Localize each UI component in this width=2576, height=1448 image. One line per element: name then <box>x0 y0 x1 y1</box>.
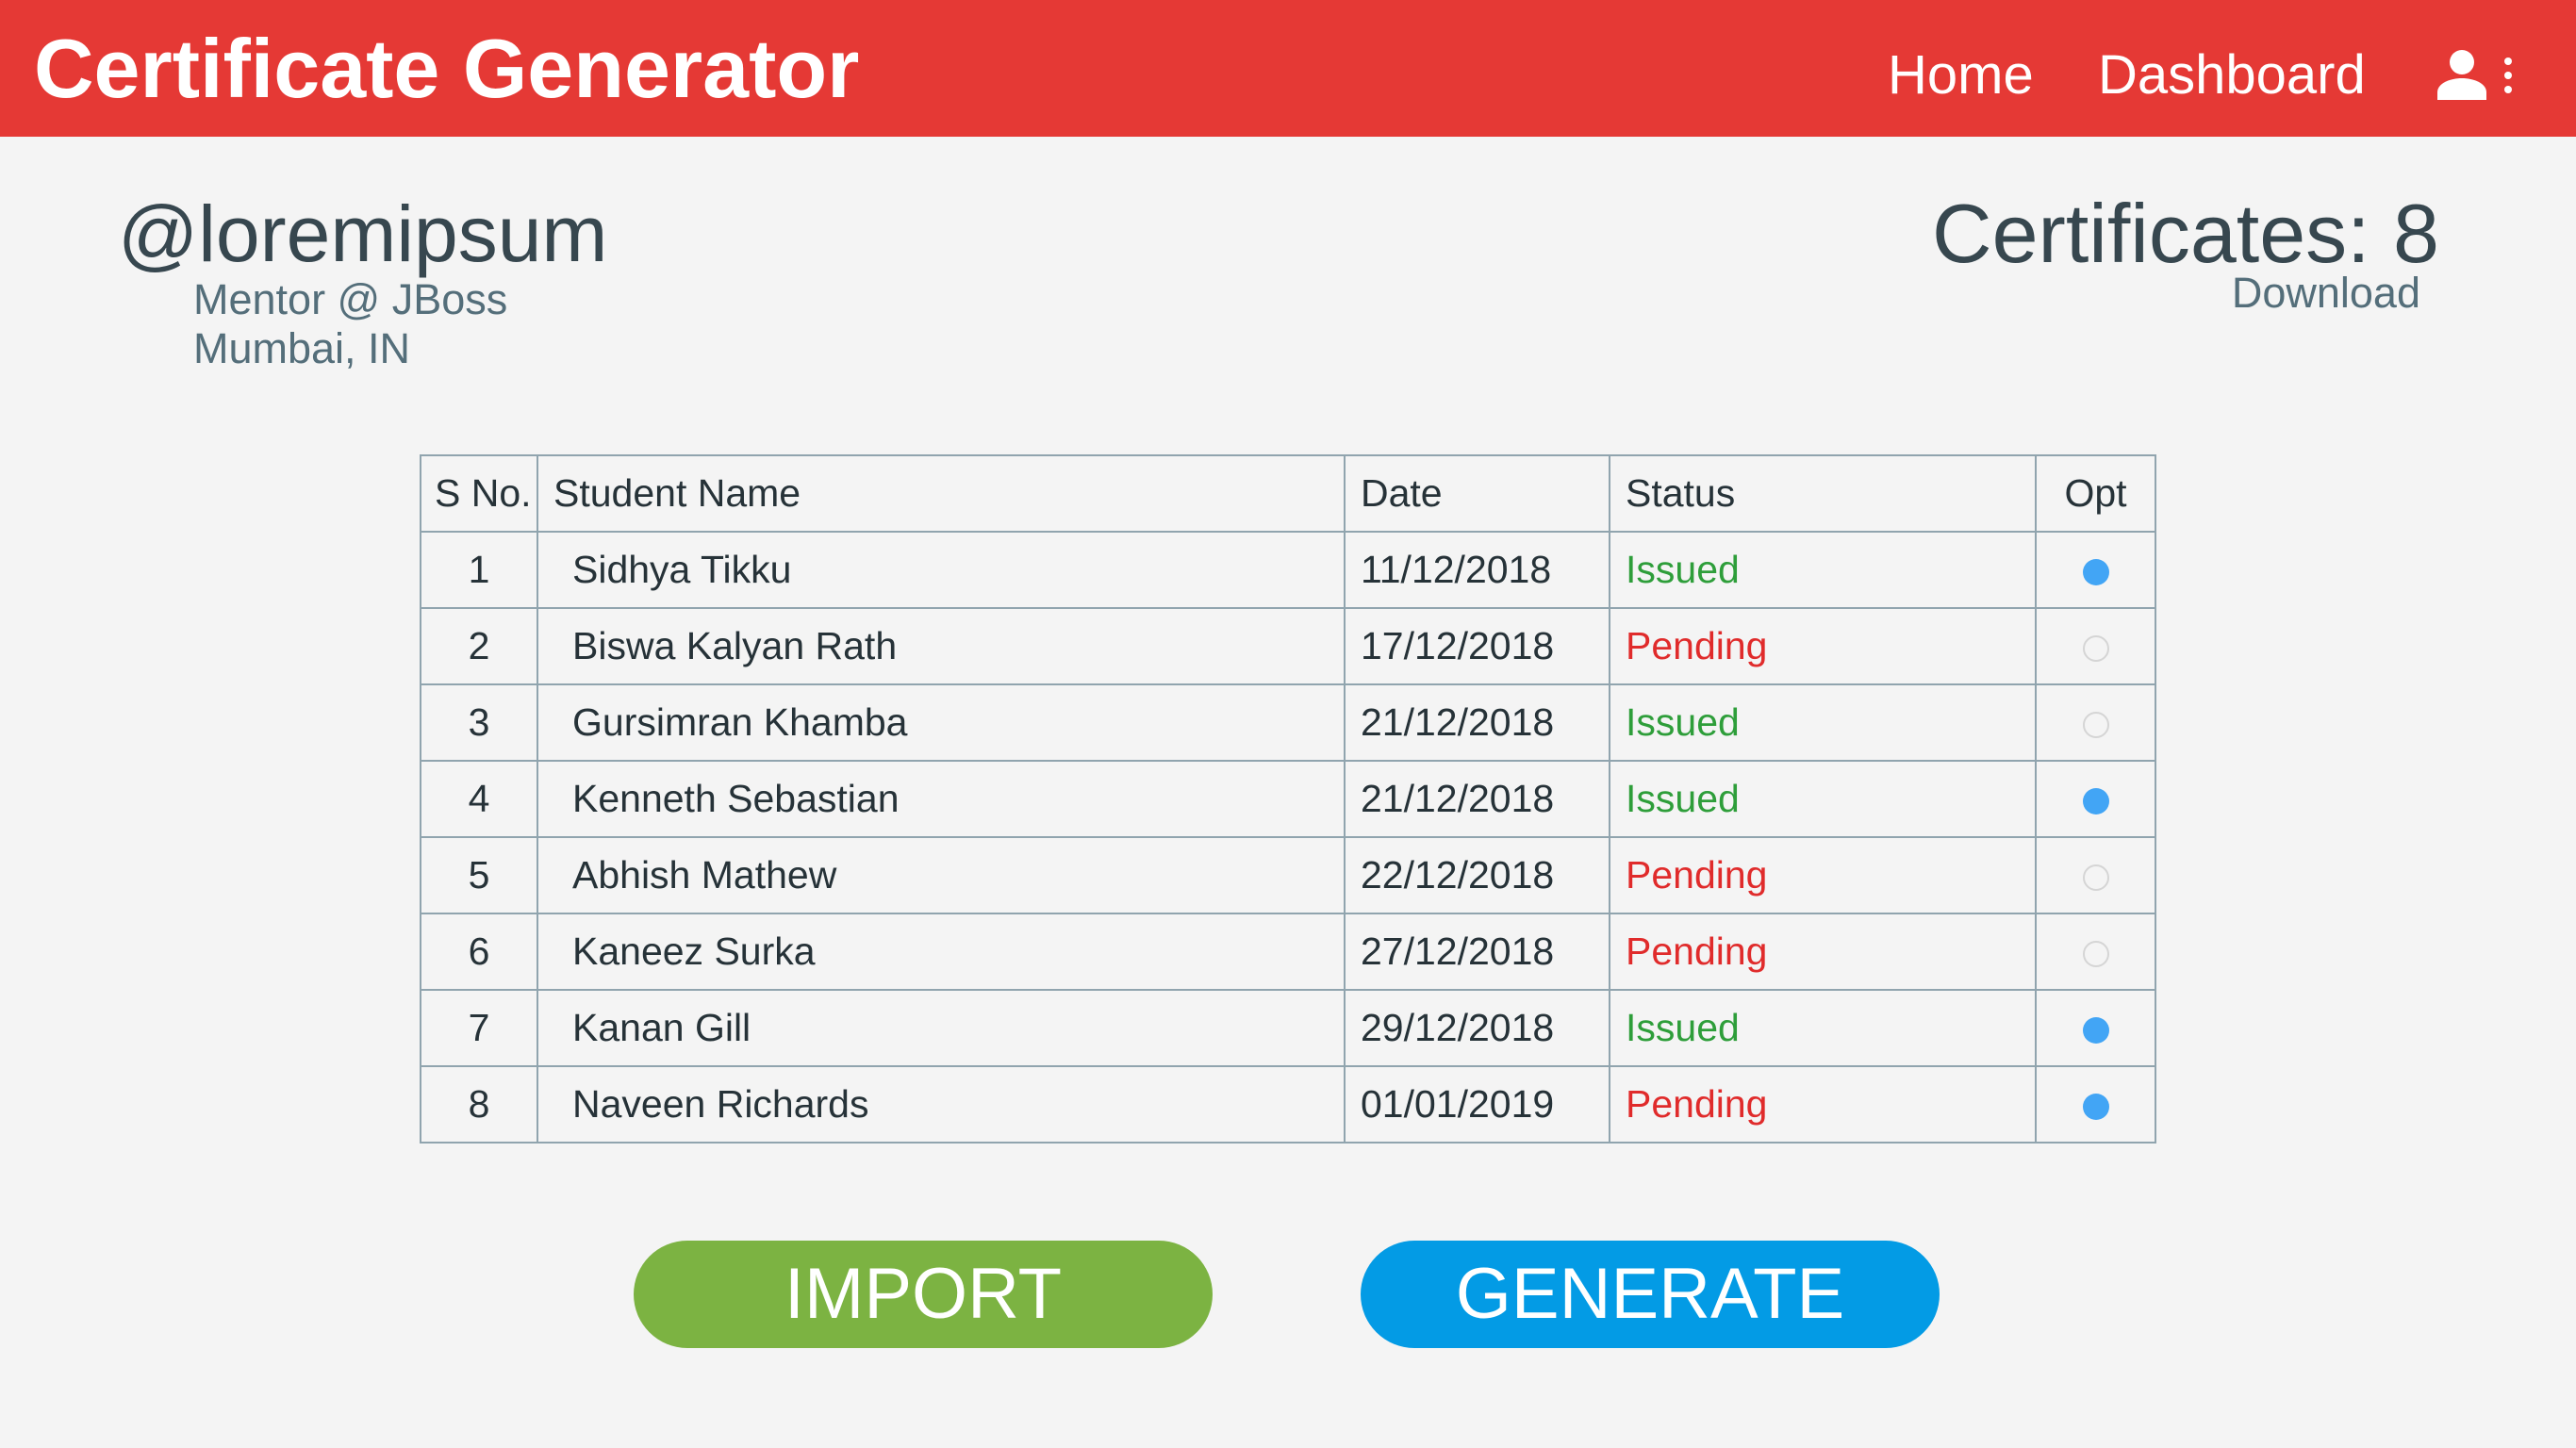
certificates-table: S No. Student Name Date Status Opt 1 Sidh… <box>420 454 2156 1144</box>
row-status: Issued <box>1609 683 2037 762</box>
row-student-name: Biswa Kalyan Rath <box>537 607 1346 685</box>
column-header-opt: Opt <box>2035 454 2156 533</box>
row-select-radio[interactable] <box>2082 864 2109 892</box>
app-bar: Certificate Generator Home Dashboard <box>0 0 2576 137</box>
row-student-name: Kaneez Surka <box>537 913 1346 991</box>
row-opt-cell <box>2035 531 2156 609</box>
row-student-name: Kenneth Sebastian <box>537 760 1346 838</box>
table-row: 7 Kanan Gill 29/12/2018 Issued <box>420 989 2156 1067</box>
row-date: 21/12/2018 <box>1344 683 1610 762</box>
row-opt-cell <box>2035 683 2156 762</box>
column-header-date: Date <box>1344 454 1610 533</box>
table-row: 1 Sidhya Tikku 11/12/2018 Issued <box>420 531 2156 609</box>
profile-location: Mumbai, IN <box>193 324 411 372</box>
nav-home-link[interactable]: Home <box>1888 38 2034 113</box>
row-sno: 8 <box>420 1065 538 1144</box>
row-sno: 6 <box>420 913 538 991</box>
column-header-status: Status <box>1609 454 2037 533</box>
row-opt-cell <box>2035 913 2156 991</box>
table-row: 4 Kenneth Sebastian 21/12/2018 Issued <box>420 760 2156 838</box>
table-row: 2 Biswa Kalyan Rath 17/12/2018 Pending <box>420 607 2156 685</box>
row-date: 21/12/2018 <box>1344 760 1610 838</box>
row-student-name: Sidhya Tikku <box>537 531 1346 609</box>
row-sno: 3 <box>420 683 538 762</box>
row-status: Pending <box>1609 1065 2037 1144</box>
row-student-name: Abhish Mathew <box>537 836 1346 914</box>
row-student-name: Naveen Richards <box>537 1065 1346 1144</box>
row-date: 11/12/2018 <box>1344 531 1610 609</box>
row-date: 17/12/2018 <box>1344 607 1610 685</box>
table-header-row: S No. Student Name Date Status Opt <box>420 454 2156 533</box>
row-select-radio[interactable] <box>2082 712 2109 739</box>
more-vert-icon[interactable] <box>2499 57 2518 94</box>
row-select-radio[interactable] <box>2082 1017 2109 1045</box>
row-date: 27/12/2018 <box>1344 913 1610 991</box>
table-row: 8 Naveen Richards 01/01/2019 Pending <box>420 1065 2156 1144</box>
row-status: Pending <box>1609 913 2037 991</box>
row-select-radio[interactable] <box>2082 635 2109 663</box>
generate-button[interactable]: GENERATE <box>1361 1241 1940 1348</box>
row-status: Issued <box>1609 531 2037 609</box>
download-link[interactable]: Download <box>2232 267 2420 320</box>
row-opt-cell <box>2035 760 2156 838</box>
row-sno: 1 <box>420 531 538 609</box>
profile-role: Mentor @ JBoss <box>193 275 508 323</box>
profile-username: @loremipsum <box>118 189 608 278</box>
row-date: 01/01/2019 <box>1344 1065 1610 1144</box>
column-header-sno: S No. <box>420 454 538 533</box>
table-row: 6 Kaneez Surka 27/12/2018 Pending <box>420 913 2156 991</box>
app-title: Certificate Generator <box>34 22 860 115</box>
row-select-radio[interactable] <box>2082 788 2109 815</box>
row-student-name: Gursimran Khamba <box>537 683 1346 762</box>
row-status: Pending <box>1609 836 2037 914</box>
row-sno: 7 <box>420 989 538 1067</box>
import-button[interactable]: IMPORT <box>634 1241 1213 1348</box>
account-icon[interactable] <box>2437 49 2486 100</box>
row-date: 22/12/2018 <box>1344 836 1610 914</box>
row-sno: 4 <box>420 760 538 838</box>
column-header-student-name: Student Name <box>537 454 1346 533</box>
row-status: Issued <box>1609 760 2037 838</box>
row-status: Pending <box>1609 607 2037 685</box>
row-date: 29/12/2018 <box>1344 989 1610 1067</box>
row-opt-cell <box>2035 607 2156 685</box>
row-select-radio[interactable] <box>2082 941 2109 968</box>
row-sno: 5 <box>420 836 538 914</box>
row-status: Issued <box>1609 989 2037 1067</box>
row-sno: 2 <box>420 607 538 685</box>
nav-dashboard-link[interactable]: Dashboard <box>2098 38 2366 113</box>
row-select-radio[interactable] <box>2082 559 2109 586</box>
row-opt-cell <box>2035 1065 2156 1144</box>
row-opt-cell <box>2035 989 2156 1067</box>
table-row: 5 Abhish Mathew 22/12/2018 Pending <box>420 836 2156 914</box>
table-row: 3 Gursimran Khamba 21/12/2018 Issued <box>420 683 2156 762</box>
row-select-radio[interactable] <box>2082 1094 2109 1121</box>
row-student-name: Kanan Gill <box>537 989 1346 1067</box>
row-opt-cell <box>2035 836 2156 914</box>
